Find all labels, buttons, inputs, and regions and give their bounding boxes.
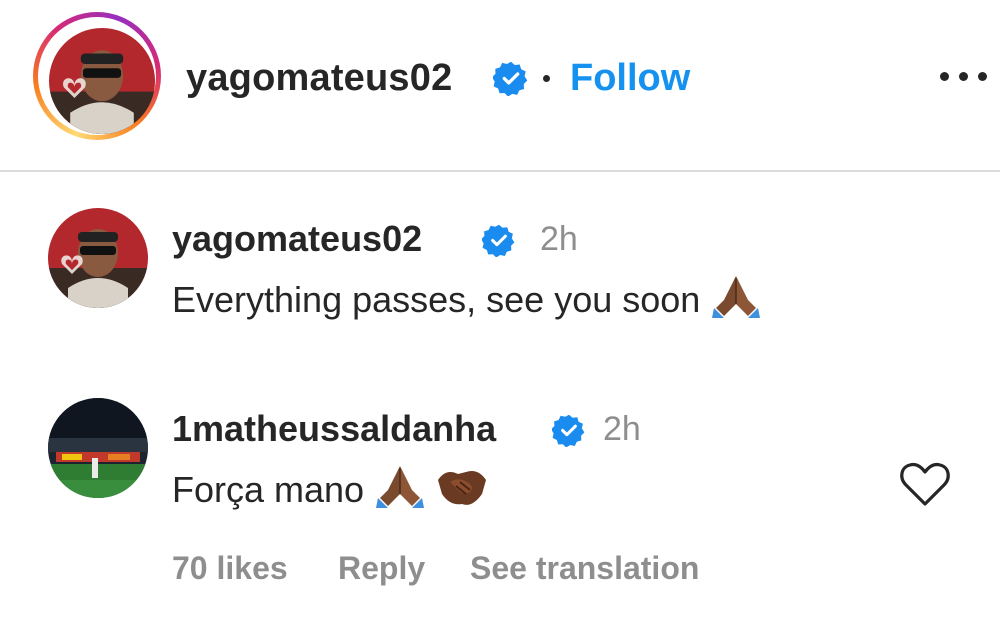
story-ring[interactable] [33, 12, 161, 140]
more-options-button[interactable] [932, 56, 994, 96]
see-translation-button[interactable]: See translation [470, 546, 699, 590]
comment-timestamp[interactable]: 2h [540, 218, 578, 260]
caption-comment: yagomateus02 2h Everything passes, see y… [0, 190, 1000, 340]
reply-button[interactable]: Reply [338, 546, 425, 590]
handshake-emoji [438, 471, 487, 505]
verified-badge-icon [493, 61, 528, 96]
comment-username[interactable]: 1matheussaldanha [172, 408, 496, 450]
avatar[interactable] [49, 28, 155, 134]
avatar[interactable] [48, 208, 148, 308]
reply-comment: 1matheussaldanha 2h Força mano 70 likes … [0, 380, 1000, 610]
folded-hands-emoji [712, 276, 761, 318]
avatar-image [48, 208, 148, 308]
folded-hands-emoji [376, 466, 425, 508]
avatar[interactable] [48, 398, 148, 498]
like-button[interactable] [898, 460, 952, 510]
comment-text: Everything passes, see you soon [172, 274, 762, 321]
comment-body: Força mano [172, 469, 365, 510]
avatar-image [49, 28, 155, 134]
post-header: yagomateus02 Follow [0, 0, 1000, 172]
instagram-comment-panel: yagomateus02 Follow yagomateus02 2h Ever… [0, 0, 1000, 631]
comment-timestamp[interactable]: 2h [603, 408, 641, 450]
more-horizontal-icon [940, 72, 949, 81]
header-divider [0, 170, 1000, 172]
comment-username[interactable]: yagomateus02 [172, 218, 422, 260]
likes-count[interactable]: 70 likes [172, 546, 288, 590]
comment-text: Força mano [172, 464, 488, 511]
avatar-image [48, 398, 148, 498]
follow-button[interactable]: Follow [570, 56, 690, 100]
comment-body: Everything passes, see you soon [172, 279, 701, 320]
verified-badge-icon [482, 224, 515, 257]
separator-dot [543, 75, 550, 82]
header-username[interactable]: yagomateus02 [186, 56, 452, 100]
heart-outline-icon [900, 462, 950, 506]
verified-badge-icon [552, 414, 585, 447]
